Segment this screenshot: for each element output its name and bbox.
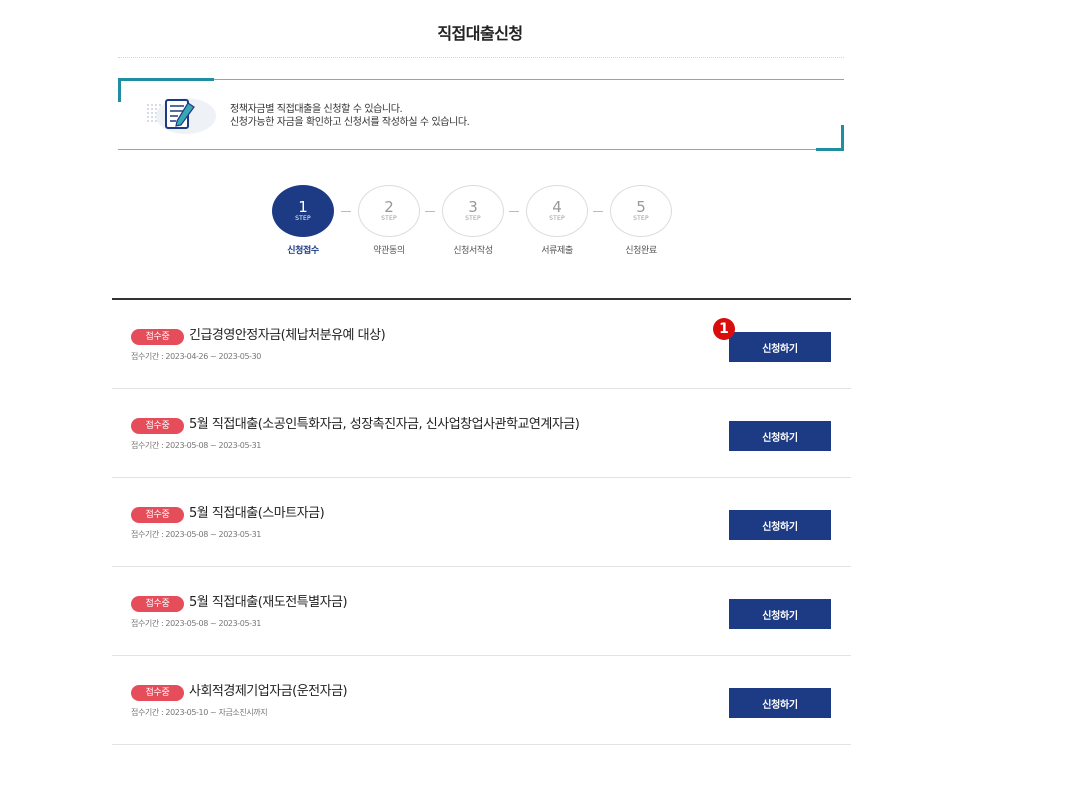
step-1-number: 1: [298, 198, 308, 216]
fund-name: 긴급경영안정자금(체납처분유예 대상): [189, 328, 386, 343]
info-box: 정책자금별 직접대출을 신청할 수 있습니다. 신청가능한 자금을 확인하고 신…: [118, 78, 844, 151]
step-1-circle: 1 STEP: [272, 185, 334, 237]
step-5-number: 5: [636, 198, 646, 216]
step-3-circle: 3 STEP: [442, 185, 504, 237]
application-period: 접수기간 : 2023-05-10 ~ 자금소진시까지: [131, 708, 268, 717]
list-item: 접수중 5월 직접대출(재도전특별자금) 접수기간 : 2023-05-08 ~…: [112, 567, 851, 656]
application-period: 접수기간 : 2023-05-08 ~ 2023-05-31: [131, 530, 261, 539]
status-badge: 접수중: [131, 329, 184, 345]
step-5-label: 신청완료: [625, 246, 657, 256]
step-indicator: 1 STEP 신청접수 2 STEP 약관동의 3 STEP 신청서작성 4 S…: [270, 185, 690, 256]
step-3-number: 3: [468, 198, 478, 216]
step-2-circle: 2 STEP: [358, 185, 420, 237]
step-3-label: 신청서작성: [453, 246, 493, 256]
step-5-step-label: STEP: [633, 215, 649, 222]
step-3-step-label: STEP: [465, 215, 481, 222]
application-period: 접수기간 : 2023-05-08 ~ 2023-05-31: [131, 441, 261, 450]
status-badge: 접수중: [131, 596, 184, 612]
step-connector: [425, 211, 435, 212]
status-badge: 접수중: [131, 418, 184, 434]
fund-list: 접수중 긴급경영안정자금(체납처분유예 대상) 접수기간 : 2023-04-2…: [112, 298, 851, 745]
step-2-label: 약관동의: [373, 246, 405, 256]
info-text: 정책자금별 직접대출을 신청할 수 있습니다. 신청가능한 자금을 확인하고 신…: [230, 103, 470, 129]
step-3: 3 STEP 신청서작성: [440, 185, 506, 256]
document-pen-icon: [147, 98, 216, 134]
info-box-corner-bottom-right-vertical: [841, 125, 844, 151]
step-1-step-label: STEP: [295, 215, 311, 222]
step-2-step-label: STEP: [381, 215, 397, 222]
apply-button[interactable]: 신청하기: [729, 332, 831, 362]
list-item: 접수중 5월 직접대출(스마트자금) 접수기간 : 2023-05-08 ~ 2…: [112, 478, 851, 567]
fund-name: 5월 직접대출(소공인특화자금, 성장촉진자금, 신사업창업사관학교연계자금): [189, 417, 580, 432]
step-4: 4 STEP 서류제출: [524, 185, 590, 256]
step-2: 2 STEP 약관동의: [356, 185, 422, 256]
application-period: 접수기간 : 2023-05-08 ~ 2023-05-31: [131, 619, 261, 628]
apply-button[interactable]: 신청하기: [729, 688, 831, 718]
step-2-number: 2: [384, 198, 394, 216]
list-item: 접수중 사회적경제기업자금(운전자금) 접수기간 : 2023-05-10 ~ …: [112, 656, 851, 745]
apply-button[interactable]: 신청하기: [729, 510, 831, 540]
step-connector: [509, 211, 519, 212]
apply-button[interactable]: 신청하기: [729, 599, 831, 629]
step-connector: [593, 211, 603, 212]
fund-name: 5월 직접대출(스마트자금): [189, 506, 325, 521]
info-line-1: 정책자금별 직접대출을 신청할 수 있습니다.: [230, 104, 403, 115]
list-item: 접수중 긴급경영안정자금(체납처분유예 대상) 접수기간 : 2023-04-2…: [112, 300, 851, 389]
fund-name: 5월 직접대출(재도전특별자금): [189, 595, 348, 610]
step-4-step-label: STEP: [549, 215, 565, 222]
info-box-corner-bottom-right: [816, 148, 844, 151]
step-4-circle: 4 STEP: [526, 185, 588, 237]
list-item: 접수중 5월 직접대출(소공인특화자금, 성장촉진자금, 신사업창업사관학교연계…: [112, 389, 851, 478]
application-period: 접수기간 : 2023-04-26 ~ 2023-05-30: [131, 352, 261, 361]
info-line-2: 신청가능한 자금을 확인하고 신청서를 작성하실 수 있습니다.: [230, 117, 470, 128]
step-1-label: 신청접수: [287, 246, 319, 256]
info-box-corner-top-left-vertical: [118, 78, 121, 102]
step-1: 1 STEP 신청접수: [270, 185, 336, 256]
annotation-marker: 1: [713, 318, 735, 340]
apply-button[interactable]: 신청하기: [729, 421, 831, 451]
info-box-corner-top-left: [118, 78, 214, 81]
page-title: 직접대출신청: [437, 24, 523, 43]
step-5-circle: 5 STEP: [610, 185, 672, 237]
status-badge: 접수중: [131, 507, 184, 523]
status-badge: 접수중: [131, 685, 184, 701]
step-4-number: 4: [552, 198, 562, 216]
title-divider: [118, 57, 844, 58]
step-connector: [341, 211, 351, 212]
step-5: 5 STEP 신청완료: [608, 185, 674, 256]
fund-name: 사회적경제기업자금(운전자금): [189, 684, 348, 699]
step-4-label: 서류제출: [541, 246, 573, 256]
